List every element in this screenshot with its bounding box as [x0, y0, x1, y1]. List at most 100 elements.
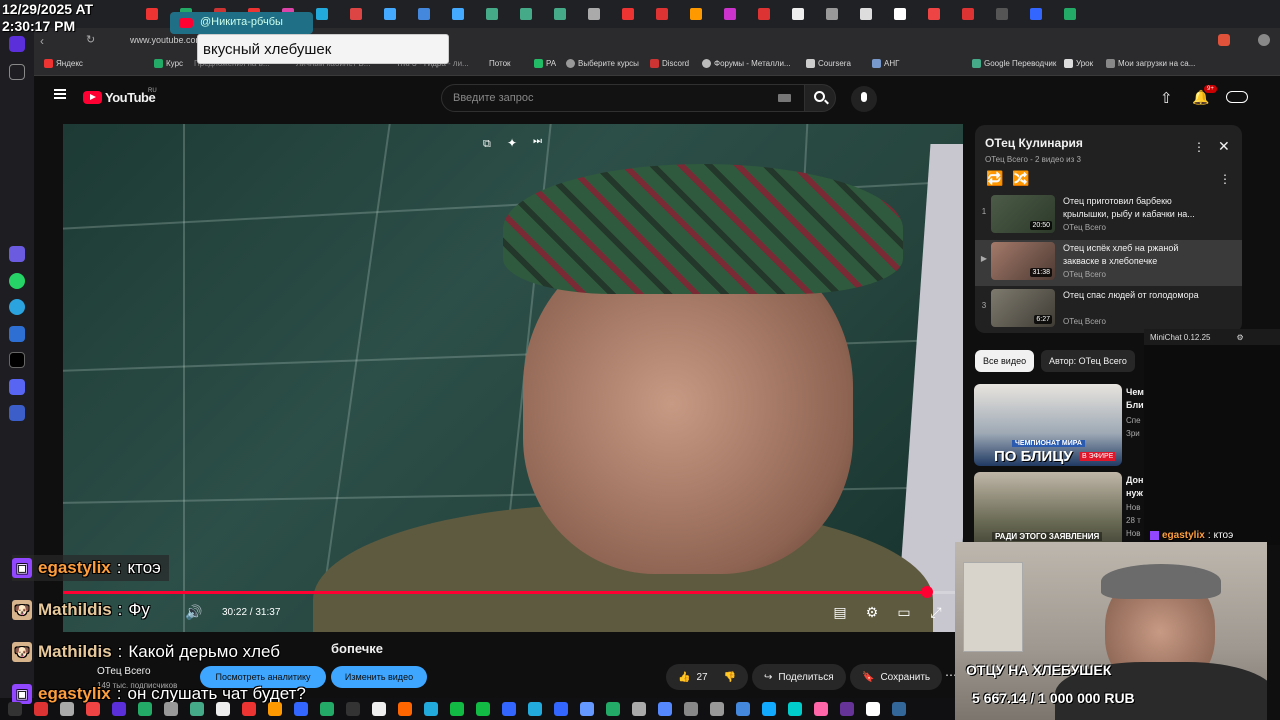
taskbar-app-icon[interactable] — [476, 702, 490, 716]
browser-tab[interactable] — [582, 5, 606, 23]
taskbar-app-icon[interactable] — [788, 702, 802, 716]
browser-tab[interactable] — [990, 5, 1014, 23]
like-icon[interactable]: 👍 — [678, 672, 690, 683]
taskbar-app-icon[interactable] — [190, 702, 204, 716]
browser-tab[interactable] — [378, 5, 402, 23]
taskbar-app-icon[interactable] — [892, 702, 906, 716]
volume-icon[interactable]: 🔊 — [183, 601, 205, 623]
taskbar-app-icon[interactable] — [294, 702, 308, 716]
share-button[interactable]: ↪ Поделиться — [752, 664, 846, 690]
bookmark-item[interactable]: Форумы - Металли... — [702, 59, 791, 68]
browser-tab[interactable] — [310, 5, 334, 23]
taskbar-app-icon[interactable] — [138, 702, 152, 716]
menu-icon[interactable] — [54, 89, 66, 99]
fullscreen-icon[interactable]: ⤢ — [925, 601, 947, 623]
chip-all-videos[interactable]: Все видео — [975, 350, 1035, 372]
skip-icon[interactable]: ⏭ — [533, 136, 542, 147]
discord-icon[interactable] — [9, 379, 25, 395]
dislike-icon[interactable]: 👎 — [724, 672, 736, 683]
taskbar-app-icon[interactable] — [398, 702, 412, 716]
browser-tab[interactable] — [820, 5, 844, 23]
taskbar-app-icon[interactable] — [814, 702, 828, 716]
search-button[interactable] — [804, 84, 836, 112]
search-input[interactable]: Введите запрос — [441, 84, 805, 112]
save-button[interactable]: 🔖 Сохранить — [850, 664, 943, 690]
subtitles-icon[interactable]: ▤ — [829, 601, 851, 623]
miniplayer-icon[interactable]: ⧉ — [483, 138, 491, 151]
telegram-icon[interactable] — [9, 299, 25, 315]
close-icon[interactable]: ✕ — [1218, 138, 1230, 155]
taskbar-app-icon[interactable] — [684, 702, 698, 716]
bookmark-item[interactable]: PA — [534, 59, 556, 68]
browser-tab[interactable] — [888, 5, 912, 23]
bookmark-item[interactable]: Урок — [1064, 59, 1093, 68]
whatsapp-icon[interactable] — [9, 273, 25, 289]
playlist-item[interactable]: 3 6:27 Отец спас людей от голодомора — [975, 287, 1242, 333]
bookmark-item[interactable]: Мои загрузки на са... — [1106, 59, 1195, 68]
recommendation-title[interactable]: Чем Бли — [1126, 386, 1144, 412]
bookmark-item[interactable]: Поток — [489, 59, 511, 68]
taskbar-app-icon[interactable] — [216, 702, 230, 716]
home-icon[interactable] — [9, 36, 25, 52]
browser-tab[interactable] — [480, 5, 504, 23]
star-icon[interactable] — [9, 64, 25, 80]
youtube-logo-icon[interactable] — [83, 91, 102, 104]
browser-tab[interactable] — [140, 5, 164, 23]
bookmark-item[interactable]: Курс — [154, 59, 183, 68]
browser-tab[interactable] — [956, 5, 980, 23]
video-player[interactable]: ⧉ ✦ ⏭ — [63, 124, 963, 632]
taskbar-app-icon[interactable] — [424, 702, 438, 716]
avatar[interactable] — [1226, 91, 1248, 103]
browser-tab[interactable] — [684, 5, 708, 23]
taskbar-app-icon[interactable] — [606, 702, 620, 716]
taskbar-app-icon[interactable] — [86, 702, 100, 716]
profile-icon[interactable] — [1258, 34, 1270, 46]
taskbar-app-icon[interactable] — [346, 702, 360, 716]
back-icon[interactable]: ‹ — [40, 34, 44, 48]
recommendation-thumbnail[interactable]: ЧЕМПИОНАТ МИРА ПО БЛИЦУ В ЭФИРЕ — [974, 384, 1122, 466]
shuffle-icon[interactable]: 🔀 — [1012, 170, 1029, 187]
theater-icon[interactable]: ▭ — [893, 601, 915, 623]
browser-tab[interactable] — [446, 5, 470, 23]
taskbar-app-icon[interactable] — [710, 702, 724, 716]
browser-tab[interactable] — [650, 5, 674, 23]
browser-tab[interactable] — [514, 5, 538, 23]
keyboard-icon[interactable] — [778, 94, 791, 102]
settings-icon[interactable]: ⚙ — [861, 601, 883, 623]
sparkle-icon[interactable]: ✦ — [507, 136, 517, 150]
taskbar-app-icon[interactable] — [658, 702, 672, 716]
taskbar-app-icon[interactable] — [34, 702, 48, 716]
taskbar-app-icon[interactable] — [320, 702, 334, 716]
taskbar-app-icon[interactable] — [268, 702, 282, 716]
app-icon[interactable] — [9, 405, 25, 421]
browser-tab[interactable] — [922, 5, 946, 23]
microphone-icon[interactable] — [851, 86, 877, 112]
edit-video-button[interactable]: Изменить видео — [331, 666, 427, 688]
bookmark-item[interactable]: Яндекс — [44, 59, 83, 68]
taskbar-app-icon[interactable] — [164, 702, 178, 716]
bookmark-item[interactable]: Coursera — [806, 59, 851, 68]
app-icon[interactable] — [9, 246, 25, 262]
more-vert-icon[interactable]: ⋮ — [1193, 140, 1205, 154]
browser-tab[interactable] — [548, 5, 572, 23]
browser-tab[interactable] — [1058, 5, 1082, 23]
browser-tab[interactable] — [854, 5, 878, 23]
taskbar-app-icon[interactable] — [112, 702, 126, 716]
playlist-item-current[interactable]: ▶ 31:38 Отец испёк хлеб на ржаной заквас… — [975, 240, 1242, 286]
browser-tab[interactable] — [718, 5, 742, 23]
playlist-title[interactable]: ОТец Кулинария — [985, 136, 1083, 150]
taskbar-app-icon[interactable] — [580, 702, 594, 716]
loop-icon[interactable]: 🔁 — [986, 170, 1003, 187]
more-vert-icon[interactable]: ⋮ — [1219, 172, 1231, 186]
bookmark-item[interactable]: Google Переводчик — [972, 59, 1056, 68]
taskbar-app-icon[interactable] — [554, 702, 568, 716]
browser-tab[interactable] — [616, 5, 640, 23]
taskbar-app-icon[interactable] — [8, 702, 22, 716]
chip-author[interactable]: Автор: ОТец Всего — [1041, 350, 1135, 372]
channel-name[interactable]: ОТец Всего — [97, 666, 151, 677]
browser-tab[interactable] — [752, 5, 776, 23]
taskbar-app-icon[interactable] — [866, 702, 880, 716]
taskbar-app-icon[interactable] — [450, 702, 464, 716]
gear-icon[interactable]: ⚙ — [1236, 333, 1243, 342]
browser-tab[interactable] — [786, 5, 810, 23]
